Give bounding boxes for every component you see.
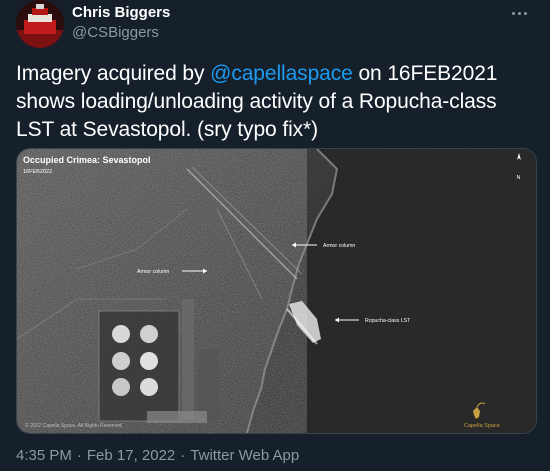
sar-image: Occupied Crimea: Sevastopol 16FEB2022 N … xyxy=(17,149,536,433)
timestamp-time[interactable]: 4:35 PM xyxy=(16,447,72,464)
tweet-text: Imagery acquired by @capellaspace on 16F… xyxy=(16,60,531,144)
north-label: N xyxy=(517,175,521,181)
tweet-image[interactable]: Occupied Crimea: Sevastopol 16FEB2022 N … xyxy=(16,148,537,434)
tweet-text-prefix: Imagery acquired by xyxy=(16,62,211,85)
image-title: Occupied Crimea: Sevastopol xyxy=(23,155,151,165)
tweet-source[interactable]: Twitter Web App xyxy=(190,447,299,464)
capella-brand: Capella Space xyxy=(464,423,500,429)
mention-link[interactable]: @capellaspace xyxy=(210,62,353,85)
tweet: Chris Biggers @CSBiggers Imagery acquire… xyxy=(0,0,550,471)
timestamp-separator: · xyxy=(180,447,186,464)
author-handle[interactable]: @CSBiggers xyxy=(72,24,159,41)
tweet-header: Chris Biggers @CSBiggers xyxy=(16,0,534,56)
timestamp-separator: · xyxy=(76,447,82,464)
timestamp-date[interactable]: Feb 17, 2022 xyxy=(87,447,175,464)
avatar[interactable] xyxy=(16,0,64,48)
more-options-icon[interactable] xyxy=(508,2,530,24)
author-name[interactable]: Chris Biggers xyxy=(72,4,170,21)
image-date: 16FEB2022 xyxy=(23,169,52,175)
label-armor-column-1: Armor column xyxy=(137,269,169,275)
label-ropucha-lst: Ropucha-class LST xyxy=(365,318,411,324)
avatar-image xyxy=(16,0,64,48)
image-copyright: © 2022 Capella Space. All Rights Reserve… xyxy=(25,422,123,429)
label-armor-column-2: Armor column xyxy=(323,243,355,249)
tweet-timestamp: 4:35 PM · Feb 17, 2022 · Twitter Web App xyxy=(16,447,299,464)
